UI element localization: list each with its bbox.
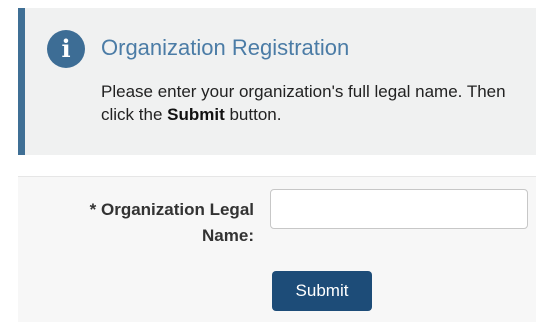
registration-form: * Organization Legal Name: Submit (18, 176, 536, 322)
info-circle-icon: i (47, 30, 85, 68)
submit-button[interactable]: Submit (272, 271, 372, 311)
notice-body-text-before: Please enter your organization's full le… (101, 82, 506, 124)
notice-body-submit-emphasis: Submit (167, 105, 225, 124)
info-notice: i Organization Registration Please enter… (18, 8, 536, 155)
notice-body: Please enter your organization's full le… (101, 80, 531, 126)
notice-title: Organization Registration (101, 35, 350, 60)
notice-body-text-after: button. (224, 105, 282, 124)
organization-legal-name-input[interactable] (270, 189, 528, 229)
organization-legal-name-label: * Organization Legal Name: (89, 200, 254, 245)
